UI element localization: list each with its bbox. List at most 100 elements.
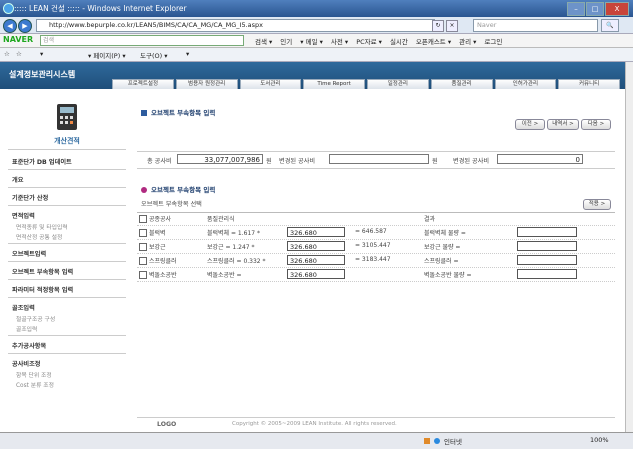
tools-menu[interactable]: 도구(O) ▾ [140, 50, 167, 60]
menu-item[interactable]: 품질관리 [430, 79, 493, 89]
window-controls: – □ X [567, 2, 629, 16]
menu-item[interactable]: 프로젝트설정 [112, 79, 174, 89]
sidebar-subitem[interactable]: 면적산정 공통 설정 [16, 232, 62, 241]
divider [8, 261, 126, 262]
vertical-scrollbar[interactable] [625, 62, 633, 432]
select-all-checkbox[interactable] [139, 215, 147, 223]
sidebar-item[interactable]: 골조입력 [12, 303, 35, 312]
search-input[interactable]: Naver [473, 19, 598, 32]
minimize-button[interactable]: – [567, 2, 585, 16]
result-field[interactable] [517, 227, 577, 237]
naver-item[interactable]: 실시간 [390, 36, 408, 46]
url-field[interactable]: http://www.bepurple.co.kr/LEAN5/BIMS/CA/… [36, 19, 435, 32]
naver-item[interactable]: 인기 [280, 36, 292, 46]
changed-cost-field[interactable] [329, 154, 429, 164]
sidebar-subitem[interactable]: 골조입력 [16, 324, 37, 333]
sidebar-item[interactable]: 공사비조정 [12, 359, 40, 368]
menu-item[interactable]: 인허가관리 [494, 79, 557, 89]
page-menu[interactable]: ▾ 페이지(P) ▾ [88, 50, 126, 60]
result-field[interactable] [517, 255, 577, 265]
section-title-text: 오브젝트 부속항목 입력 [151, 186, 216, 194]
statement-button[interactable]: 내역서 > [547, 119, 579, 130]
footer-logo: LOGO [157, 421, 177, 428]
address-controls: ↻ × [432, 20, 458, 32]
sidebar-item[interactable]: 오브젝트 부속항목 입력 [12, 267, 73, 276]
table-row: 보강근 보강근 = 1.247 * 326.680 = 3105.447 보강근… [137, 241, 615, 254]
menu-item[interactable]: 커뮤니티 [558, 79, 620, 89]
sidebar-item[interactable]: 개요 [12, 175, 23, 184]
menu-item[interactable]: 도서관리 [239, 79, 302, 89]
divider [8, 297, 126, 298]
sidebar: 개산견적 표준단가 DB 업데이트 개요 기준단가 산정 면적입력 면적종류 및… [8, 99, 126, 409]
search-go-button[interactable]: 🔍 [601, 19, 619, 32]
favorites-star-icon[interactable]: ☆ [4, 50, 10, 58]
naver-logo: NAVER [3, 35, 34, 44]
result-field[interactable] [517, 269, 577, 279]
naver-item[interactable]: 오픈캐스트 ▾ [416, 36, 451, 46]
sidebar-subitem[interactable]: 면적종류 및 타입입력 [16, 222, 68, 231]
item-value-field[interactable]: 326.680 [287, 269, 345, 279]
sidebar-item[interactable]: 기준단가 산정 [12, 193, 48, 202]
changed-cost-unit: 원 [432, 158, 438, 165]
sidebar-subitem[interactable]: 항목 단위 조정 [16, 370, 52, 379]
ie-logo-icon [3, 3, 14, 14]
table-row: 블럭벽 블럭벽체 = 1.617 * 326.680 = 646.587 블럭벽… [137, 227, 615, 240]
row-checkbox[interactable] [139, 257, 147, 265]
naver-item[interactable]: PC자료 ▾ [356, 36, 382, 46]
sidebar-item[interactable]: 오브젝트입력 [12, 249, 46, 258]
site-header: 설계정보관리시스템 프로젝트설정 범용자 원정관리 도서관리 Time Repo… [0, 62, 626, 89]
naver-item[interactable]: 관리 ▾ [459, 36, 476, 46]
divider [8, 205, 126, 206]
menu-item[interactable]: Time Report [303, 79, 365, 89]
result-label: 벽돌소공반 물량 = [424, 272, 472, 279]
add-favorite-icon[interactable]: ☆ [16, 50, 22, 58]
help-menu-icon[interactable]: ▾ [186, 50, 189, 58]
row-checkbox[interactable] [139, 243, 147, 251]
naver-item[interactable]: 사전 ▾ [331, 36, 348, 46]
web-page: 설계정보관리시스템 프로젝트설정 범용자 원정관리 도서관리 Time Repo… [0, 62, 626, 432]
row-checkbox[interactable] [139, 271, 147, 279]
naver-item[interactable]: 검색 ▾ [255, 36, 272, 46]
sidebar-item[interactable]: 표준단가 DB 업데이트 [12, 157, 72, 166]
home-icon[interactable]: ▾ [40, 50, 43, 58]
prev-button[interactable]: 이전 > [515, 119, 545, 130]
sidebar-item[interactable]: 파라미터 적정항목 입력 [12, 285, 73, 294]
sidebar-subitem[interactable]: 철골구조공 구성 [16, 314, 55, 323]
back-button[interactable]: ◀ [3, 19, 17, 33]
divider [8, 243, 126, 244]
result-label: 블럭벽체 물량 = [424, 230, 466, 237]
sidebar-subitem[interactable]: Cost 분류 조정 [16, 380, 54, 389]
globe-icon [434, 438, 440, 444]
refresh-icon[interactable]: ↻ [432, 20, 444, 32]
copyright-text: Copyright © 2005~2009 LEAN Institute. Al… [232, 421, 397, 427]
next-button[interactable]: 다음 > [581, 119, 611, 130]
total-cost-unit: 원 [266, 158, 272, 165]
item-value-field[interactable]: 326.680 [287, 241, 345, 251]
result-field[interactable] [517, 241, 577, 251]
item-value-field[interactable]: 326.680 [287, 227, 345, 237]
apply-button[interactable]: 적용 > [583, 199, 611, 210]
menu-item[interactable]: 범용자 원정관리 [175, 79, 238, 89]
site-logo[interactable]: 설계정보관리시스템 [9, 69, 75, 80]
zoom-level[interactable]: 100% [590, 436, 609, 444]
naver-item[interactable]: 로그인 [484, 36, 502, 46]
menu-item[interactable]: 일정관리 [367, 79, 429, 89]
naver-toolbar-items: 검색 ▾ 인기 ▾ 메일 ▾ 사전 ▾ PC자료 ▾ 실시간 오픈캐스트 ▾ 관… [255, 36, 502, 46]
stop-icon[interactable]: × [446, 20, 458, 32]
naver-search-input[interactable]: 검색 [40, 35, 244, 46]
row-checkbox[interactable] [139, 229, 147, 237]
item-name: 스프링클러 [149, 258, 177, 265]
item-formula: 보강근 = 1.247 * [207, 244, 255, 251]
close-button[interactable]: X [605, 2, 629, 16]
item-formula: 벽돌소공반 = [207, 272, 242, 279]
naver-item[interactable]: ▾ 메일 ▾ [300, 36, 323, 46]
zone-text: 인터넷 [444, 438, 462, 446]
sidebar-item[interactable]: 추가공사항목 [12, 341, 46, 350]
changed-cost-label: 변경된 공사비 [279, 158, 316, 165]
divider [8, 353, 126, 354]
sidebar-item[interactable]: 면적입력 [12, 211, 35, 220]
bullet-dot-icon [141, 187, 147, 193]
item-value-field[interactable]: 326.680 [287, 255, 345, 265]
maximize-button[interactable]: □ [586, 2, 604, 16]
forward-button[interactable]: ▶ [18, 19, 32, 33]
